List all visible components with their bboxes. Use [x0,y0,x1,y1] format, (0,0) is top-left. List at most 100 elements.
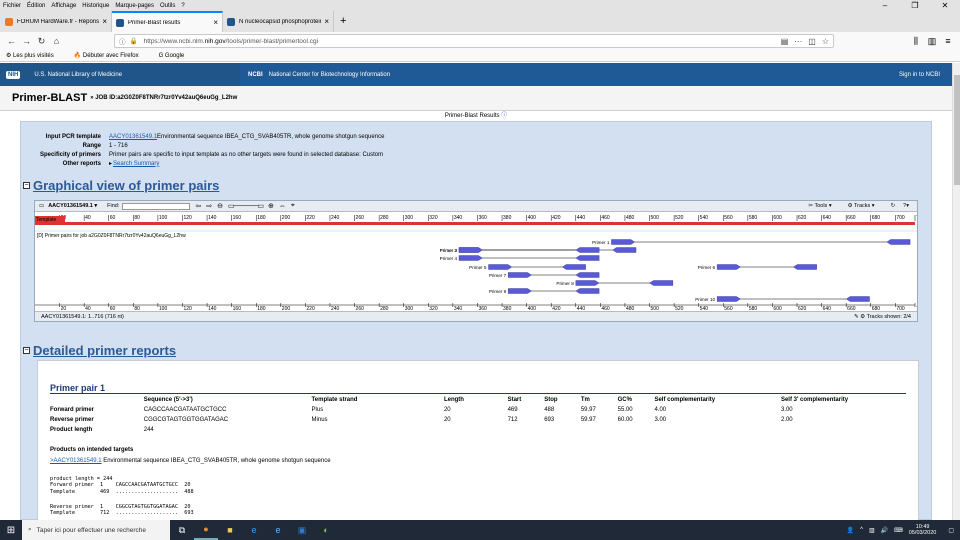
tab-close-icon[interactable]: × [213,18,218,27]
reverse-primer-mark[interactable] [575,255,600,261]
sign-in-link[interactable]: Sign in to NCBI [899,72,940,78]
collapse-detail-icon[interactable]: − [23,347,30,354]
product-link[interactable]: >AACY01361549.1 [50,458,102,464]
forward-primer-mark[interactable] [611,239,636,245]
restore-icon[interactable]: ❐ [900,0,930,11]
new-tab-icon[interactable]: + [334,11,352,32]
back-icon[interactable]: ← [4,36,19,46]
reverse-primer-mark[interactable] [612,247,637,253]
reader-icon[interactable]: ▤ [781,37,789,46]
page-title[interactable]: Primer-BLAST [12,92,87,104]
taskbar-search[interactable]: ⌕ Taper ici pour effectuer une recherche [22,520,170,540]
task-view-icon[interactable]: ⧉ [170,520,194,540]
home-icon[interactable]: ⌂ [49,36,64,46]
panel-icon[interactable]: ▭ [39,203,44,209]
ncbi-logo[interactable]: NCBI [248,72,263,78]
forward-primer-mark[interactable] [716,264,741,270]
clock[interactable]: 10:49 05/03/2020 [909,524,937,536]
firefox-icon[interactable]: ● [194,520,218,540]
tracks-menu[interactable]: ⚙ Tracks ▾ [848,203,883,209]
viewer-help-icon[interactable]: ?▾ [903,203,909,209]
primer-graphic[interactable]: 2040608010012014016018020022024026028030… [35,213,917,311]
nlm-link[interactable]: U.S. National Library of Medicine [34,72,122,78]
marker-icon[interactable]: ⌖ [291,202,295,210]
info-icon[interactable]: ⓘ [119,36,126,46]
menu-item-1[interactable]: Édition [27,3,45,9]
browser-tab-2[interactable]: N nucleocapsid phosphoprotein [Se× [223,11,334,32]
graphical-view-heading[interactable]: Graphical view of primer pairs [33,178,219,193]
url-bar[interactable]: ⓘ 🔒 https://www.ncbi.nlm.nih.gov/tools/p… [114,34,834,48]
forward-primer-mark[interactable] [458,255,483,261]
tab-close-icon[interactable]: × [102,17,107,26]
forward-icon[interactable]: → [19,36,34,46]
edge-icon[interactable]: e [242,520,266,540]
browser-tab-1[interactable]: Primer-Blast results × [112,11,223,32]
template-bar[interactable] [35,222,915,225]
forward-primer-mark[interactable] [507,272,532,278]
tracks-shown[interactable]: ✎ ⚙ Tracks shown: 2/4 [854,314,911,320]
menu-item-5[interactable]: Outils [160,3,175,9]
reverse-primer-mark[interactable] [792,264,817,270]
bookmark-google[interactable]: G Google [159,53,195,59]
bookmark-most-visited[interactable]: ⚙ Les plus visités [6,52,64,59]
zoom-fit-icon[interactable]: ⇔ [279,203,286,210]
reverse-primer-mark[interactable] [575,288,600,294]
ie-icon[interactable]: e [266,520,290,540]
menu-item-0[interactable]: Fichier [3,3,21,9]
file-explorer-icon[interactable]: ■ [218,520,242,540]
zoom-slider[interactable]: ▭──────▭ [228,202,264,210]
menu-item-3[interactable]: Historique [82,3,109,9]
next-arrow-icon[interactable]: ⇨ [206,202,212,210]
menu-item-2[interactable]: Affichage [51,3,76,9]
expand-icon[interactable]: ▸ [109,160,112,167]
template-link[interactable]: AACY01361549.1 [109,134,157,140]
tab-close-icon[interactable]: × [324,17,329,26]
library-icon[interactable]: ⫼ [908,36,924,47]
lock-icon[interactable]: 🔒 [130,37,138,45]
bookmark-star-icon[interactable]: ☆ [822,37,829,46]
people-icon[interactable]: 👤 [847,527,854,534]
forward-primer-mark[interactable] [716,296,741,302]
collapse-icon[interactable]: − [23,182,30,189]
sidebar-icon[interactable]: ▥ [924,36,940,47]
reload-icon[interactable]: ↻ [34,36,49,47]
tray-arrow-icon[interactable]: ^ [860,527,863,533]
tools-menu[interactable]: ✂ Tools ▾ [808,203,839,209]
app-icon[interactable]: ◐ [314,520,338,540]
volume-icon[interactable]: 🔊 [881,527,888,534]
search-summary-link[interactable]: Search Summary [113,161,159,167]
forward-primer-mark[interactable] [488,264,513,270]
reverse-primer-mark[interactable] [575,272,600,278]
bookmark-getting-started[interactable]: 🔥 Débuter avec Firefox [74,52,149,59]
reverse-primer-mark[interactable] [649,280,674,286]
prev-arrow-icon[interactable]: ⇦ [195,202,201,210]
nih-logo[interactable]: NIH [6,70,21,79]
zoom-in-icon[interactable]: ⊕ [268,202,274,210]
detailed-reports-heading[interactable]: Detailed primer reports [33,343,176,358]
reverse-primer-mark[interactable] [561,264,586,270]
close-window-icon[interactable]: ✕ [930,0,960,11]
reverse-primer-mark[interactable] [575,247,600,253]
find-input[interactable] [122,202,191,210]
windows-start-icon[interactable]: ⊞ [0,525,22,536]
refresh-icon[interactable]: ↻ [891,203,896,209]
browser-tab-0[interactable]: FORUM HardWare.fr - Réponse × [1,11,112,32]
minimize-icon[interactable]: – [870,0,900,11]
notifications-icon[interactable]: ▢ [948,527,954,534]
reverse-primer-mark[interactable] [886,239,911,245]
menu-item-4[interactable]: Marque-pages [115,3,154,9]
forward-primer-mark[interactable] [575,280,600,286]
outlook-icon[interactable]: ▣ [290,520,314,540]
network-icon[interactable]: ▥ [869,527,875,534]
reverse-primer-mark[interactable] [845,296,870,302]
page-scrollbar[interactable] [952,63,960,520]
menu-item-6[interactable]: ? [181,3,184,9]
forward-primer-mark[interactable] [458,247,483,253]
zoom-out-icon[interactable]: ⊖ [217,202,223,210]
scrollbar-thumb[interactable] [954,75,960,185]
pocket-icon[interactable]: ◫ [808,37,816,46]
hamburger-menu-icon[interactable]: ≡ [940,36,956,47]
help-icon[interactable]: ⓘ [501,113,507,119]
forward-primer-mark[interactable] [507,288,532,294]
sequence-selector[interactable]: AACY01361549.1 ▾ [48,203,97,209]
